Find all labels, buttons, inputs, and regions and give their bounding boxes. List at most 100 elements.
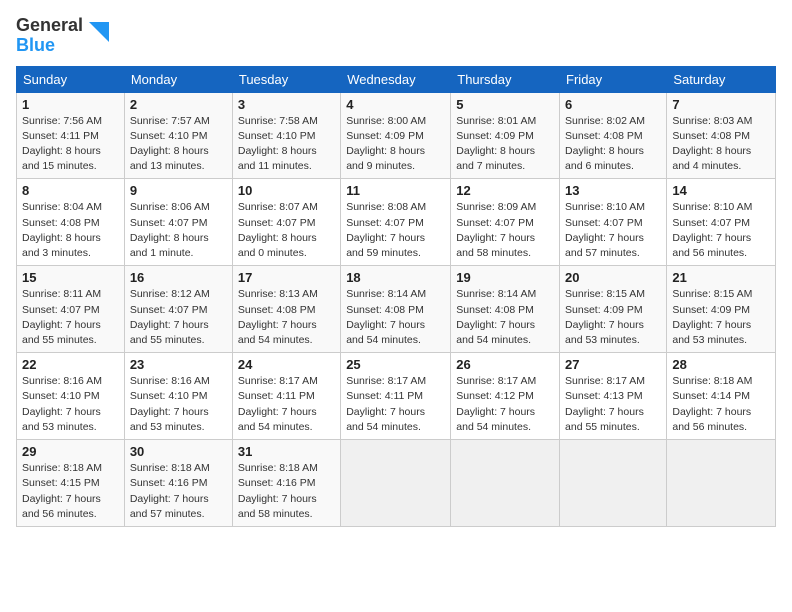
- cell-content: Sunrise: 8:03 AM Sunset: 4:08 PM Dayligh…: [672, 114, 770, 175]
- week-row: 22 Sunrise: 8:16 AM Sunset: 4:10 PM Dayl…: [17, 353, 776, 440]
- cell-content: Sunrise: 8:18 AM Sunset: 4:15 PM Dayligh…: [22, 461, 119, 522]
- logo-triangle: [85, 18, 113, 54]
- logo-svg: General Blue: [16, 16, 113, 56]
- cell-content: Sunrise: 8:17 AM Sunset: 4:13 PM Dayligh…: [565, 374, 661, 435]
- day-cell-30: 30 Sunrise: 8:18 AM Sunset: 4:16 PM Dayl…: [124, 440, 232, 527]
- day-number: 26: [456, 357, 554, 372]
- day-cell-17: 17 Sunrise: 8:13 AM Sunset: 4:08 PM Dayl…: [232, 266, 340, 353]
- day-cell-31: 31 Sunrise: 8:18 AM Sunset: 4:16 PM Dayl…: [232, 440, 340, 527]
- cell-content: Sunrise: 7:58 AM Sunset: 4:10 PM Dayligh…: [238, 114, 335, 175]
- day-number: 11: [346, 183, 445, 198]
- cell-content: Sunrise: 8:17 AM Sunset: 4:12 PM Dayligh…: [456, 374, 554, 435]
- logo: General Blue: [16, 16, 113, 56]
- day-cell-10: 10 Sunrise: 8:07 AM Sunset: 4:07 PM Dayl…: [232, 179, 340, 266]
- day-number: 20: [565, 270, 661, 285]
- day-cell-9: 9 Sunrise: 8:06 AM Sunset: 4:07 PM Dayli…: [124, 179, 232, 266]
- day-cell-26: 26 Sunrise: 8:17 AM Sunset: 4:12 PM Dayl…: [451, 353, 560, 440]
- day-cell-16: 16 Sunrise: 8:12 AM Sunset: 4:07 PM Dayl…: [124, 266, 232, 353]
- cell-content: Sunrise: 8:08 AM Sunset: 4:07 PM Dayligh…: [346, 200, 445, 261]
- day-number: 23: [130, 357, 227, 372]
- day-cell-28: 28 Sunrise: 8:18 AM Sunset: 4:14 PM Dayl…: [667, 353, 776, 440]
- day-number: 4: [346, 97, 445, 112]
- day-number: 2: [130, 97, 227, 112]
- day-cell-12: 12 Sunrise: 8:09 AM Sunset: 4:07 PM Dayl…: [451, 179, 560, 266]
- empty-cell: [451, 440, 560, 527]
- day-cell-5: 5 Sunrise: 8:01 AM Sunset: 4:09 PM Dayli…: [451, 92, 560, 179]
- col-sunday: Sunday: [17, 66, 125, 92]
- day-number: 12: [456, 183, 554, 198]
- day-number: 28: [672, 357, 770, 372]
- day-number: 18: [346, 270, 445, 285]
- col-thursday: Thursday: [451, 66, 560, 92]
- day-cell-7: 7 Sunrise: 8:03 AM Sunset: 4:08 PM Dayli…: [667, 92, 776, 179]
- cell-content: Sunrise: 8:18 AM Sunset: 4:16 PM Dayligh…: [130, 461, 227, 522]
- cell-content: Sunrise: 8:14 AM Sunset: 4:08 PM Dayligh…: [456, 287, 554, 348]
- col-tuesday: Tuesday: [232, 66, 340, 92]
- cell-content: Sunrise: 8:02 AM Sunset: 4:08 PM Dayligh…: [565, 114, 661, 175]
- day-number: 24: [238, 357, 335, 372]
- week-row: 29 Sunrise: 8:18 AM Sunset: 4:15 PM Dayl…: [17, 440, 776, 527]
- day-number: 7: [672, 97, 770, 112]
- cell-content: Sunrise: 8:06 AM Sunset: 4:07 PM Dayligh…: [130, 200, 227, 261]
- cell-content: Sunrise: 8:00 AM Sunset: 4:09 PM Dayligh…: [346, 114, 445, 175]
- col-monday: Monday: [124, 66, 232, 92]
- cell-content: Sunrise: 8:11 AM Sunset: 4:07 PM Dayligh…: [22, 287, 119, 348]
- cell-content: Sunrise: 8:16 AM Sunset: 4:10 PM Dayligh…: [130, 374, 227, 435]
- day-cell-23: 23 Sunrise: 8:16 AM Sunset: 4:10 PM Dayl…: [124, 353, 232, 440]
- col-saturday: Saturday: [667, 66, 776, 92]
- day-cell-21: 21 Sunrise: 8:15 AM Sunset: 4:09 PM Dayl…: [667, 266, 776, 353]
- cell-content: Sunrise: 8:10 AM Sunset: 4:07 PM Dayligh…: [672, 200, 770, 261]
- day-number: 19: [456, 270, 554, 285]
- day-number: 27: [565, 357, 661, 372]
- cell-content: Sunrise: 8:17 AM Sunset: 4:11 PM Dayligh…: [346, 374, 445, 435]
- day-cell-22: 22 Sunrise: 8:16 AM Sunset: 4:10 PM Dayl…: [17, 353, 125, 440]
- day-number: 29: [22, 444, 119, 459]
- header-row: Sunday Monday Tuesday Wednesday Thursday…: [17, 66, 776, 92]
- day-cell-13: 13 Sunrise: 8:10 AM Sunset: 4:07 PM Dayl…: [560, 179, 667, 266]
- day-number: 21: [672, 270, 770, 285]
- day-number: 6: [565, 97, 661, 112]
- logo-text: General Blue: [16, 16, 83, 56]
- page-container: General Blue Sunday Monday Tuesday Wedne…: [0, 0, 792, 535]
- cell-content: Sunrise: 8:15 AM Sunset: 4:09 PM Dayligh…: [565, 287, 661, 348]
- day-cell-1: 1 Sunrise: 7:56 AM Sunset: 4:11 PM Dayli…: [17, 92, 125, 179]
- col-wednesday: Wednesday: [341, 66, 451, 92]
- day-cell-3: 3 Sunrise: 7:58 AM Sunset: 4:10 PM Dayli…: [232, 92, 340, 179]
- day-number: 16: [130, 270, 227, 285]
- day-cell-4: 4 Sunrise: 8:00 AM Sunset: 4:09 PM Dayli…: [341, 92, 451, 179]
- cell-content: Sunrise: 8:16 AM Sunset: 4:10 PM Dayligh…: [22, 374, 119, 435]
- day-number: 10: [238, 183, 335, 198]
- col-friday: Friday: [560, 66, 667, 92]
- empty-cell: [667, 440, 776, 527]
- day-number: 9: [130, 183, 227, 198]
- day-cell-15: 15 Sunrise: 8:11 AM Sunset: 4:07 PM Dayl…: [17, 266, 125, 353]
- day-cell-19: 19 Sunrise: 8:14 AM Sunset: 4:08 PM Dayl…: [451, 266, 560, 353]
- day-number: 5: [456, 97, 554, 112]
- day-cell-14: 14 Sunrise: 8:10 AM Sunset: 4:07 PM Dayl…: [667, 179, 776, 266]
- calendar-body: 1 Sunrise: 7:56 AM Sunset: 4:11 PM Dayli…: [17, 92, 776, 526]
- cell-content: Sunrise: 8:18 AM Sunset: 4:16 PM Dayligh…: [238, 461, 335, 522]
- cell-content: Sunrise: 8:01 AM Sunset: 4:09 PM Dayligh…: [456, 114, 554, 175]
- header: General Blue: [16, 16, 776, 56]
- cell-content: Sunrise: 8:04 AM Sunset: 4:08 PM Dayligh…: [22, 200, 119, 261]
- empty-cell: [341, 440, 451, 527]
- week-row: 1 Sunrise: 7:56 AM Sunset: 4:11 PM Dayli…: [17, 92, 776, 179]
- day-cell-6: 6 Sunrise: 8:02 AM Sunset: 4:08 PM Dayli…: [560, 92, 667, 179]
- cell-content: Sunrise: 7:57 AM Sunset: 4:10 PM Dayligh…: [130, 114, 227, 175]
- day-number: 30: [130, 444, 227, 459]
- day-number: 22: [22, 357, 119, 372]
- day-cell-2: 2 Sunrise: 7:57 AM Sunset: 4:10 PM Dayli…: [124, 92, 232, 179]
- day-number: 17: [238, 270, 335, 285]
- cell-content: Sunrise: 8:10 AM Sunset: 4:07 PM Dayligh…: [565, 200, 661, 261]
- cell-content: Sunrise: 8:14 AM Sunset: 4:08 PM Dayligh…: [346, 287, 445, 348]
- day-cell-25: 25 Sunrise: 8:17 AM Sunset: 4:11 PM Dayl…: [341, 353, 451, 440]
- day-number: 13: [565, 183, 661, 198]
- calendar-table: Sunday Monday Tuesday Wednesday Thursday…: [16, 66, 776, 527]
- cell-content: Sunrise: 8:18 AM Sunset: 4:14 PM Dayligh…: [672, 374, 770, 435]
- day-number: 15: [22, 270, 119, 285]
- day-number: 14: [672, 183, 770, 198]
- day-number: 25: [346, 357, 445, 372]
- cell-content: Sunrise: 8:12 AM Sunset: 4:07 PM Dayligh…: [130, 287, 227, 348]
- cell-content: Sunrise: 8:09 AM Sunset: 4:07 PM Dayligh…: [456, 200, 554, 261]
- day-cell-24: 24 Sunrise: 8:17 AM Sunset: 4:11 PM Dayl…: [232, 353, 340, 440]
